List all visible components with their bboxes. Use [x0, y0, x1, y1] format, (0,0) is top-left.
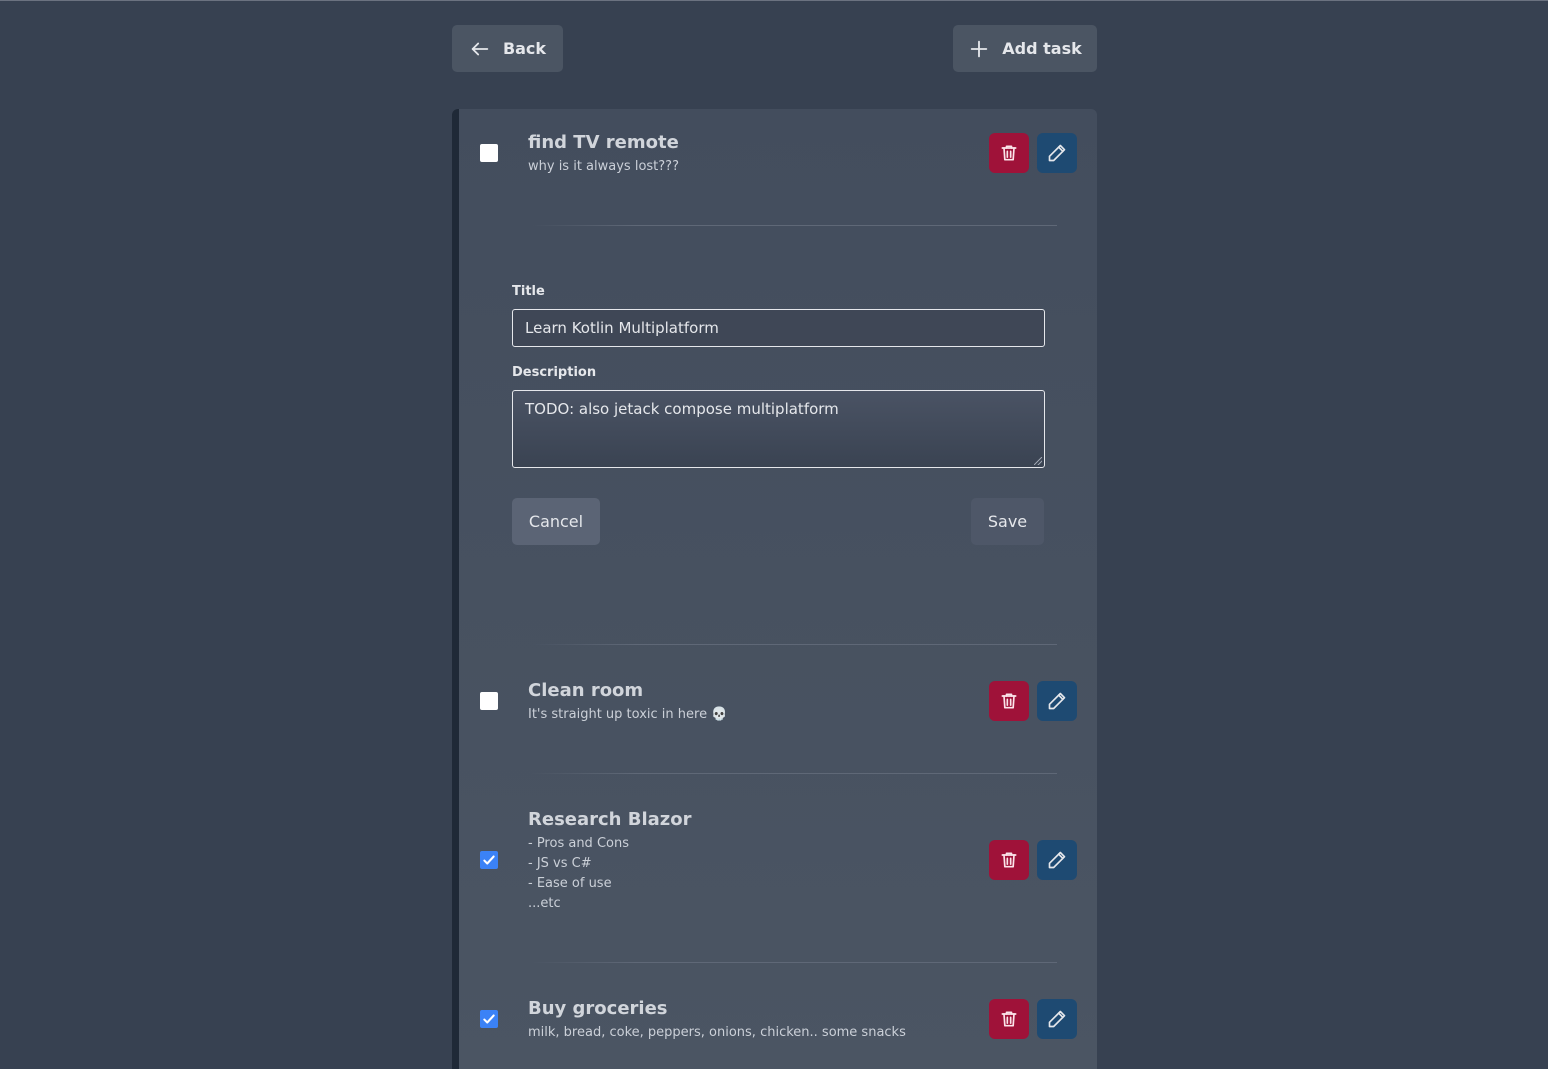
edit-task-form: Title Learn Kotlin Multiplatform Descrip… [512, 284, 1052, 545]
task-title: Buy groceries [528, 998, 668, 1019]
description-textarea-value: TODO: also jetack compose multiplatform [525, 400, 839, 418]
divider [531, 962, 1057, 963]
arrow-left-icon [471, 42, 489, 55]
divider [531, 773, 1057, 774]
check-icon [483, 1014, 495, 1024]
add-task-button-label: Add task [1002, 39, 1082, 58]
pencil-icon [1048, 1010, 1066, 1028]
trash-icon [1001, 852, 1017, 868]
task-checkbox[interactable] [480, 851, 498, 869]
resize-handle[interactable] [1034, 457, 1042, 465]
plus-icon [971, 40, 988, 57]
title-label: Title [512, 284, 545, 299]
pencil-icon [1048, 692, 1066, 710]
task-title: find TV remote [528, 132, 679, 153]
task-description: why is it always lost??? [528, 159, 679, 174]
divider [531, 644, 1057, 645]
description-textarea[interactable]: TODO: also jetack compose multiplatform [512, 390, 1045, 468]
task-title: Research Blazor [528, 809, 692, 830]
title-input[interactable]: Learn Kotlin Multiplatform [512, 309, 1045, 347]
back-button-label: Back [502, 39, 547, 58]
cancel-button[interactable]: Cancel [512, 498, 600, 545]
description-label: Description [512, 365, 597, 380]
trash-icon [1001, 1011, 1017, 1027]
title-input-value: Learn Kotlin Multiplatform [525, 319, 719, 337]
task-list-panel: find TV remote why is it always lost??? … [452, 109, 1097, 1069]
pencil-icon [1048, 851, 1066, 869]
delete-button[interactable] [989, 840, 1029, 880]
check-icon [483, 855, 495, 865]
delete-button[interactable] [989, 681, 1029, 721]
edit-button[interactable] [1037, 681, 1077, 721]
task-checkbox[interactable] [480, 692, 498, 710]
task-item: Buy groceries milk, bread, coke, peppers… [459, 975, 1077, 1065]
task-item: Clean room It's straight up toxic in her… [459, 657, 1077, 774]
task-item: find TV remote why is it always lost??? … [459, 109, 1077, 645]
edit-button[interactable] [1037, 133, 1077, 173]
task-description: milk, bread, coke, peppers, onions, chic… [528, 1025, 906, 1040]
trash-icon [1001, 145, 1017, 161]
trash-icon [1001, 693, 1017, 709]
task-description: It's straight up toxic in here 💀 [528, 707, 728, 722]
edit-button[interactable] [1037, 999, 1077, 1039]
add-task-button[interactable]: Add task [953, 25, 1097, 72]
edit-button[interactable] [1037, 840, 1077, 880]
divider [531, 225, 1057, 226]
pencil-icon [1048, 144, 1066, 162]
task-checkbox[interactable] [480, 144, 498, 162]
task-item: Research Blazor - Pros and Cons - JS vs … [459, 786, 1077, 963]
back-button[interactable]: Back [452, 25, 563, 72]
task-checkbox[interactable] [480, 1010, 498, 1028]
delete-button[interactable] [989, 133, 1029, 173]
task-title: Clean room [528, 680, 644, 701]
task-description: - Pros and Cons - JS vs C# - Ease of use… [528, 836, 629, 911]
save-button[interactable]: Save [971, 498, 1044, 545]
delete-button[interactable] [989, 999, 1029, 1039]
